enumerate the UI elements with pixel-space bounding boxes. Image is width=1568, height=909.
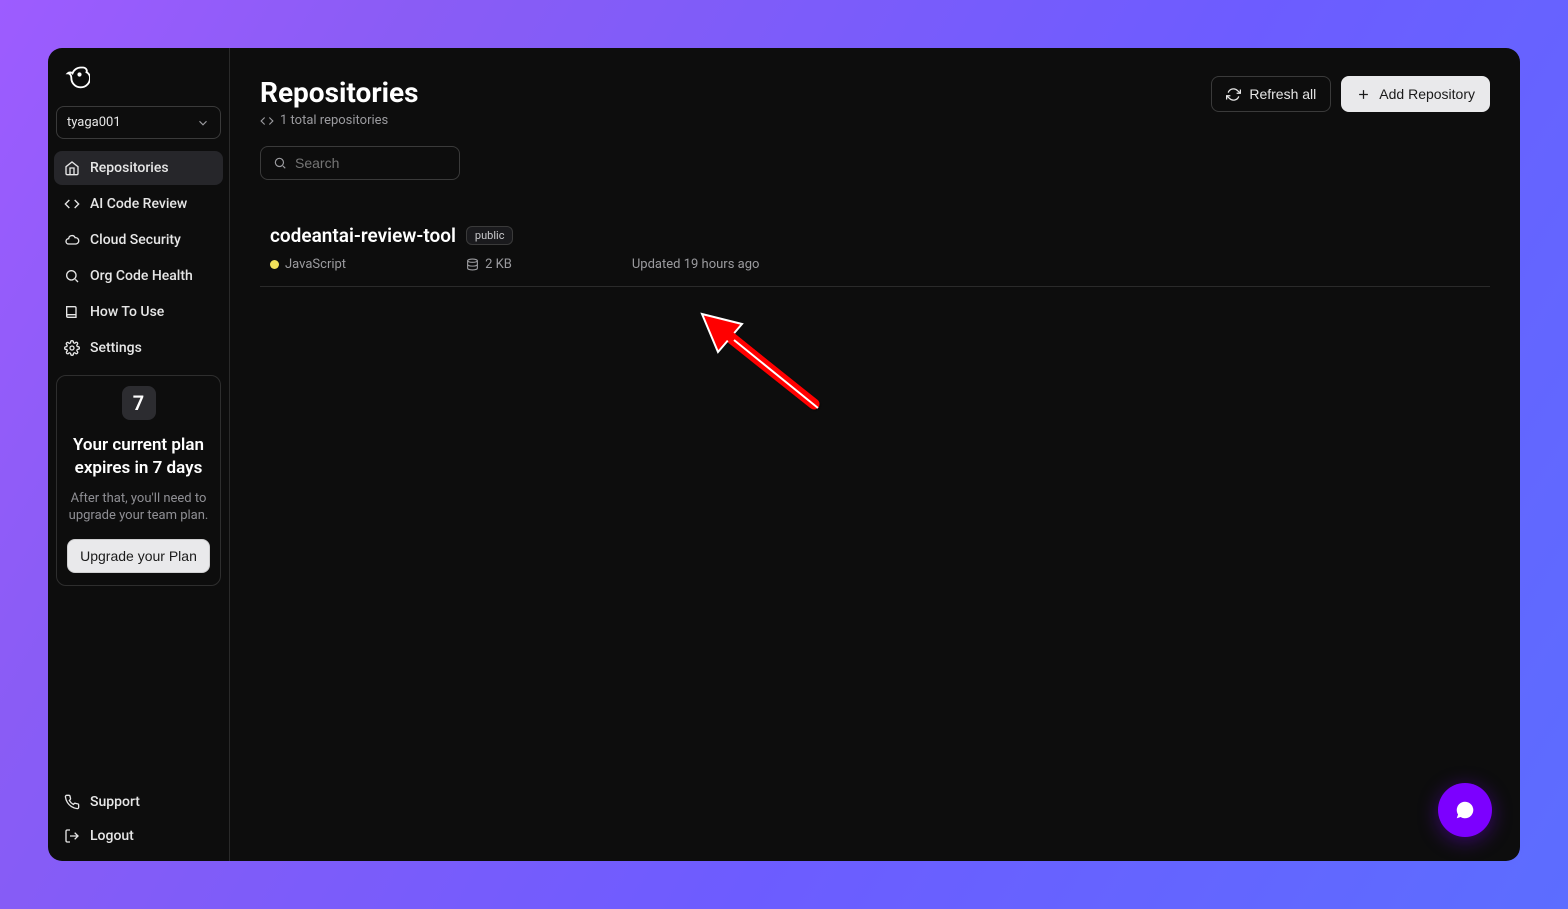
repo-size-label: 2 KB [485,257,512,272]
page-subtitle-row: 1 total repositories [260,113,419,128]
sidebar: tyaga001 Repositories AI Code Review [48,48,230,861]
language-color-dot [270,260,279,269]
header-actions: Refresh all Add Repository [1211,76,1490,112]
sidebar-item-repositories[interactable]: Repositories [54,151,223,185]
search-field-wrapper[interactable] [260,146,460,180]
search-icon [64,268,80,284]
sidebar-nav: Repositories AI Code Review Cloud Securi… [54,151,223,365]
phone-icon [64,794,80,810]
database-icon [466,258,479,271]
code-icon [260,114,274,128]
logout-icon [64,828,80,844]
add-repo-label: Add Repository [1379,86,1475,102]
repo-updated: Updated 19 hours ago [632,257,760,272]
refresh-label: Refresh all [1249,86,1316,102]
repo-language-label: JavaScript [285,257,346,272]
sidebar-item-label: Org Code Health [90,268,193,284]
page-title: Repositories [260,76,419,109]
gear-icon [64,340,80,356]
sidebar-item-how-to-use[interactable]: How To Use [54,295,223,329]
sidebar-item-label: AI Code Review [90,196,187,212]
sidebar-item-label: Cloud Security [90,232,181,248]
cloud-icon [64,232,80,248]
main-header: Repositories 1 total repositories Refres… [260,76,1490,128]
repo-size: 2 KB [466,257,512,272]
main-content: Repositories 1 total repositories Refres… [230,48,1520,861]
user-name: tyaga001 [67,115,121,130]
sidebar-bottom-nav: Support Logout [54,787,223,853]
search-row [260,146,1490,180]
sidebar-item-settings[interactable]: Settings [54,331,223,365]
search-icon [273,156,287,170]
app-logo [62,64,217,92]
sidebar-item-logout[interactable]: Logout [54,821,223,851]
code-icon [64,196,80,212]
days-remaining-badge: 7 [122,386,156,420]
sidebar-item-support[interactable]: Support [54,787,223,817]
app-window: tyaga001 Repositories AI Code Review [48,48,1520,861]
search-input[interactable] [295,155,447,171]
plan-title: Your current plan expires in 7 days [67,434,210,480]
visibility-badge: public [466,226,514,245]
user-selector[interactable]: tyaga001 [56,106,221,139]
logo-row [54,62,223,106]
chevron-down-icon [196,116,210,130]
sidebar-item-cloud-security[interactable]: Cloud Security [54,223,223,257]
home-icon [64,160,80,176]
logout-label: Logout [90,828,134,844]
sidebar-item-label: Settings [90,340,142,356]
repo-meta: JavaScript 2 KB Updated 19 hours ago [270,257,1480,272]
refresh-icon [1226,87,1241,102]
sidebar-item-label: How To Use [90,304,164,320]
plan-card: 7 Your current plan expires in 7 days Af… [56,375,221,586]
plan-subtitle: After that, you'll need to upgrade your … [67,490,210,525]
repo-updated-label: Updated 19 hours ago [632,257,760,272]
add-repository-button[interactable]: Add Repository [1341,76,1490,112]
upgrade-plan-button[interactable]: Upgrade your Plan [67,539,210,573]
repo-list: codeantai-review-tool public JavaScript … [260,210,1490,287]
sidebar-item-ai-code-review[interactable]: AI Code Review [54,187,223,221]
repo-item[interactable]: codeantai-review-tool public JavaScript … [260,210,1490,287]
arrow-annotation [696,306,826,416]
spacer [54,586,223,787]
support-label: Support [90,794,140,810]
refresh-all-button[interactable]: Refresh all [1211,76,1331,112]
chat-fab[interactable] [1438,783,1492,837]
repo-name: codeantai-review-tool [270,224,456,247]
chat-icon [1454,799,1476,821]
sidebar-item-org-code-health[interactable]: Org Code Health [54,259,223,293]
title-block: Repositories 1 total repositories [260,76,419,128]
repo-title-row: codeantai-review-tool public [270,224,1480,247]
book-icon [64,304,80,320]
page-subtitle: 1 total repositories [280,113,388,128]
sidebar-item-label: Repositories [90,160,169,176]
plus-icon [1356,87,1371,102]
repo-language: JavaScript [270,257,346,272]
